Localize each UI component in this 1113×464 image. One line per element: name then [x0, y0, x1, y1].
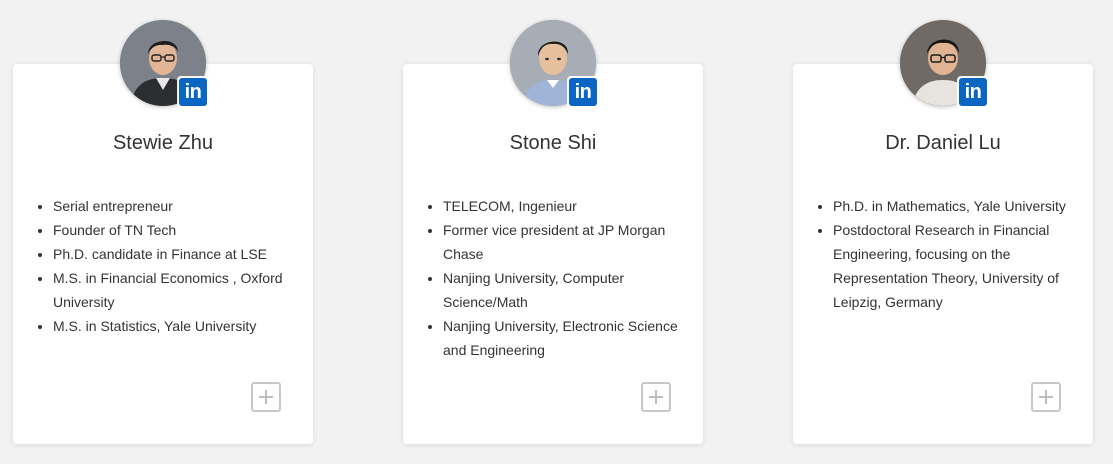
list-item: Former vice president at JP Morgan Chase — [443, 218, 683, 266]
expand-button[interactable] — [1031, 382, 1061, 412]
list-item: Postdoctoral Research in Financial Engin… — [833, 218, 1073, 314]
linkedin-button[interactable]: in — [958, 77, 988, 107]
plus-icon — [1033, 384, 1059, 410]
linkedin-button[interactable]: in — [568, 77, 598, 107]
linkedin-icon: in — [179, 78, 207, 106]
linkedin-icon: in — [569, 78, 597, 106]
list-item: Ph.D. in Mathematics, Yale University — [833, 194, 1073, 218]
expand-button[interactable] — [251, 382, 281, 412]
plus-icon — [643, 384, 669, 410]
member-bullet-list: Serial entrepreneur Founder of TN Tech P… — [13, 194, 313, 338]
list-item: Nanjing University, Electronic Science a… — [443, 314, 683, 362]
team-card: in Dr. Daniel Lu Ph.D. in Mathematics, Y… — [793, 20, 1093, 444]
team-card: in Stewie Zhu Serial entrepreneur Founde… — [13, 20, 313, 444]
avatar-container: in — [510, 20, 598, 107]
linkedin-icon: in — [959, 78, 987, 106]
list-item: Serial entrepreneur — [53, 194, 293, 218]
member-bullet-list: TELECOM, Ingenieur Former vice president… — [403, 194, 703, 362]
expand-button[interactable] — [641, 382, 671, 412]
avatar-container: in — [120, 20, 208, 107]
member-bullet-list: Ph.D. in Mathematics, Yale University Po… — [793, 194, 1093, 314]
member-name: Stewie Zhu — [112, 132, 214, 154]
plus-icon — [253, 384, 279, 410]
member-name: Stone Shi — [509, 132, 597, 154]
team-card: in Stone Shi TELECOM, Ingenieur Former v… — [403, 20, 703, 444]
list-item: Founder of TN Tech — [53, 218, 293, 242]
list-item: Nanjing University, Computer Science/Mat… — [443, 266, 683, 314]
list-item: TELECOM, Ingenieur — [443, 194, 683, 218]
member-name: Dr. Daniel Lu — [885, 132, 1001, 154]
team-section: in Stewie Zhu Serial entrepreneur Founde… — [0, 0, 1113, 464]
avatar-container: in — [900, 20, 988, 107]
list-item: M.S. in Statistics, Yale University — [53, 314, 293, 338]
list-item: M.S. in Financial Economics , Oxford Uni… — [53, 266, 293, 314]
list-item: Ph.D. candidate in Finance at LSE — [53, 242, 293, 266]
linkedin-button[interactable]: in — [178, 77, 208, 107]
